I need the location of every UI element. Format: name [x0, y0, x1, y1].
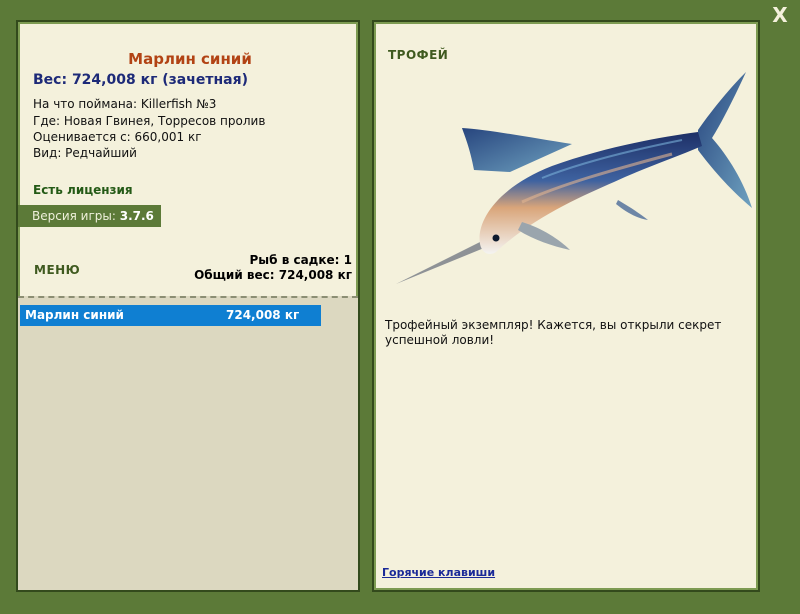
- fish-weight: Вес: 724,008 кг (зачетная): [33, 72, 248, 88]
- fish-name-title: Марлин синий: [128, 50, 252, 68]
- marlin-image: [396, 72, 752, 284]
- list-item-weight: 724,008 кг: [226, 308, 300, 322]
- hotkeys-link[interactable]: Горячие клавиши: [382, 566, 495, 579]
- trophy-panel: ТРОФЕЙ Трофейный экземпляр! Кажется, вы …: [372, 20, 760, 592]
- fish-list: Марлин синий 724,008 кг: [18, 296, 358, 590]
- license-status: Есть лицензия: [33, 183, 133, 197]
- total-weight: Общий вес: 724,008 кг: [194, 268, 352, 282]
- location-info: Где: Новая Гвинея, Торресов пролив: [33, 114, 266, 128]
- version-value: 3.7.6: [119, 209, 154, 223]
- value-info: Оценивается с: 660,001 кг: [33, 130, 202, 144]
- fish-count: Рыб в садке: 1: [249, 253, 353, 267]
- close-button[interactable]: X: [769, 2, 791, 28]
- menu-button[interactable]: МЕНЮ: [34, 263, 80, 277]
- version-label: Версия игры:: [32, 209, 120, 223]
- list-item[interactable]: Марлин синий 724,008 кг: [20, 305, 321, 326]
- trophy-description: Трофейный экземпляр! Кажется, вы открыли…: [385, 318, 722, 347]
- bait-info: На что поймана: Killerfish №3: [33, 97, 217, 111]
- game-version: Версия игры: 3.7.6: [18, 205, 161, 227]
- rarity-info: Вид: Редчайший: [33, 146, 137, 160]
- keepnet-stats: Рыб в садке: 1 Общий вес: 724,008 кг: [194, 253, 352, 283]
- catch-info-panel: Марлин синий Вес: 724,008 кг (зачетная) …: [16, 20, 360, 592]
- catch-window: { "window": { "close_label": "X" }, "fis…: [0, 0, 800, 614]
- list-item-name: Марлин синий: [25, 308, 124, 322]
